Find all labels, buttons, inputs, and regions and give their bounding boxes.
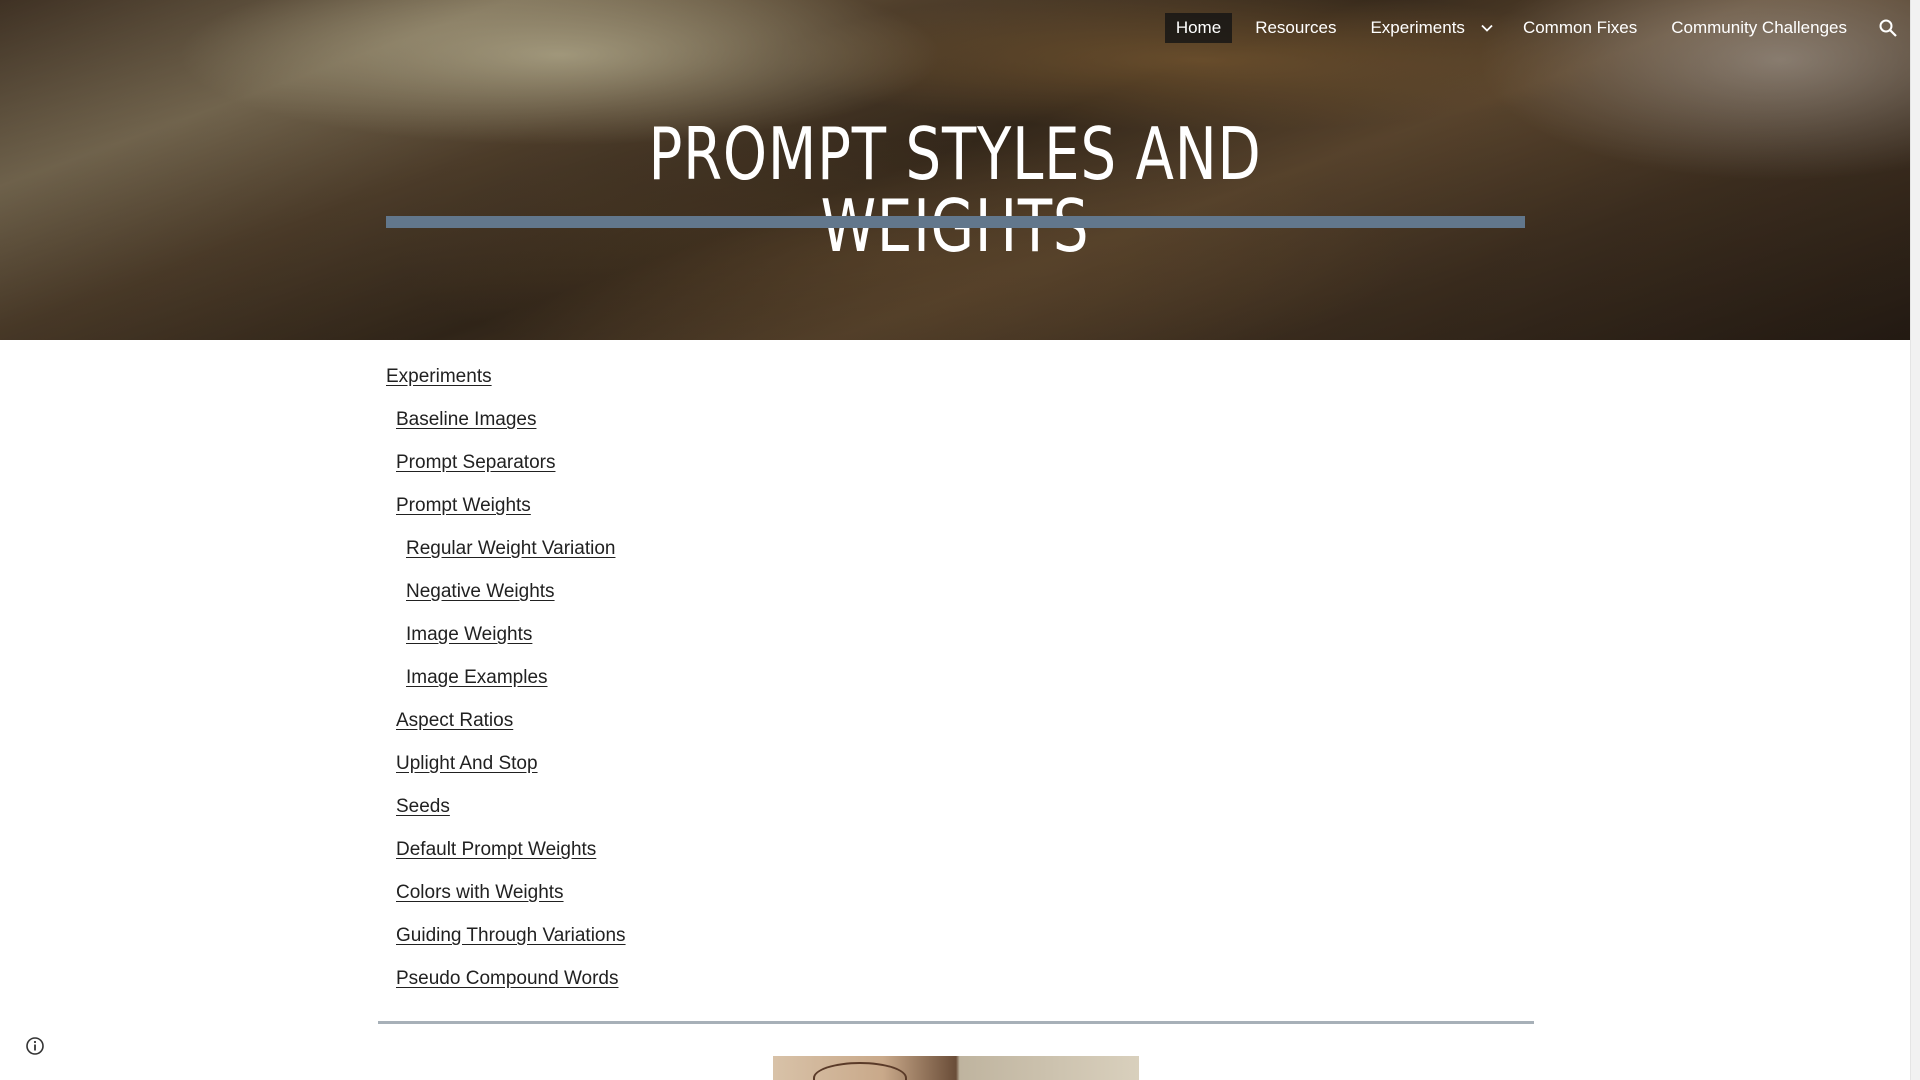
toc-link-guiding-through-variations[interactable]: Guiding Through Variations (386, 914, 626, 957)
toc-link-default-prompt-weights[interactable]: Default Prompt Weights (386, 828, 626, 871)
toc-link-regular-weight-variation[interactable]: Regular Weight Variation (386, 527, 626, 570)
toc-link-aspect-ratios[interactable]: Aspect Ratios (386, 699, 626, 742)
scrollbar[interactable] (1910, 0, 1920, 1080)
toc-link-prompt-separators[interactable]: Prompt Separators (386, 441, 626, 484)
search-icon[interactable] (1874, 14, 1902, 42)
page: Home Resources Experiments Common Fixes … (0, 0, 1910, 1080)
toc-link-image-weights[interactable]: Image Weights (386, 613, 626, 656)
nav-home[interactable]: Home (1164, 13, 1233, 43)
nav-experiments[interactable]: Experiments (1359, 13, 1475, 43)
info-icon[interactable] (25, 1036, 45, 1056)
toc-link-colors-with-weights[interactable]: Colors with Weights (386, 871, 626, 914)
toc-link-image-examples[interactable]: Image Examples (386, 656, 626, 699)
table-of-contents: Experiments Baseline Images Prompt Separ… (386, 355, 626, 1000)
toc-link-uplight-and-stop[interactable]: Uplight And Stop (386, 742, 626, 785)
toc-link-experiments[interactable]: Experiments (386, 355, 626, 398)
toc-link-negative-weights[interactable]: Negative Weights (386, 570, 626, 613)
toc-link-prompt-weights[interactable]: Prompt Weights (386, 484, 626, 527)
content-image (773, 1056, 1139, 1080)
nav-community-challenges[interactable]: Community Challenges (1660, 13, 1858, 43)
page-title: PROMPT STYLES AND WEIGHTS (648, 112, 1262, 262)
chevron-down-icon[interactable] (1476, 17, 1498, 39)
toc-link-baseline-images[interactable]: Baseline Images (386, 398, 626, 441)
hero-banner: Home Resources Experiments Common Fixes … (0, 0, 1910, 340)
title-underline (386, 216, 1525, 228)
top-nav: Home Resources Experiments Common Fixes … (1159, 13, 1910, 43)
nav-common-fixes[interactable]: Common Fixes (1512, 13, 1648, 43)
toc-link-seeds[interactable]: Seeds (386, 785, 626, 828)
nav-resources[interactable]: Resources (1244, 13, 1347, 43)
toc-link-pseudo-compound-words[interactable]: Pseudo Compound Words (386, 957, 626, 1000)
section-divider (378, 1021, 1534, 1024)
teapot-illustration (813, 1062, 907, 1080)
